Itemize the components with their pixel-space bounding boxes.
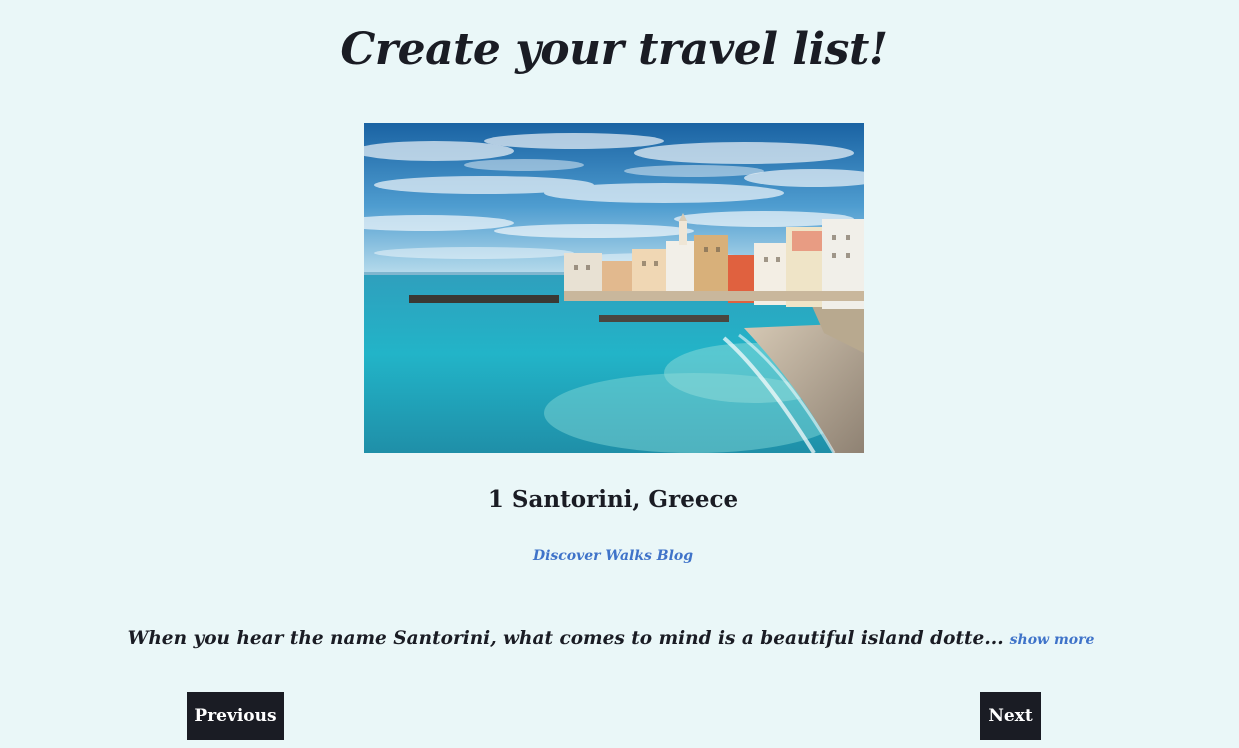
destination-description: When you hear the name Santorini, what c… bbox=[127, 628, 1004, 649]
next-button[interactable]: Next bbox=[980, 692, 1041, 740]
show-more-link[interactable]: show more bbox=[1010, 632, 1095, 648]
source-link[interactable]: Discover Walks Blog bbox=[0, 548, 1226, 564]
description-row: When you hear the name Santorini, what c… bbox=[0, 628, 1222, 649]
previous-button[interactable]: Previous bbox=[187, 692, 284, 740]
destination-photo bbox=[364, 123, 864, 453]
page-title: Create your travel list! bbox=[340, 24, 888, 75]
destination-title: 1 Santorini, Greece bbox=[487, 486, 739, 513]
